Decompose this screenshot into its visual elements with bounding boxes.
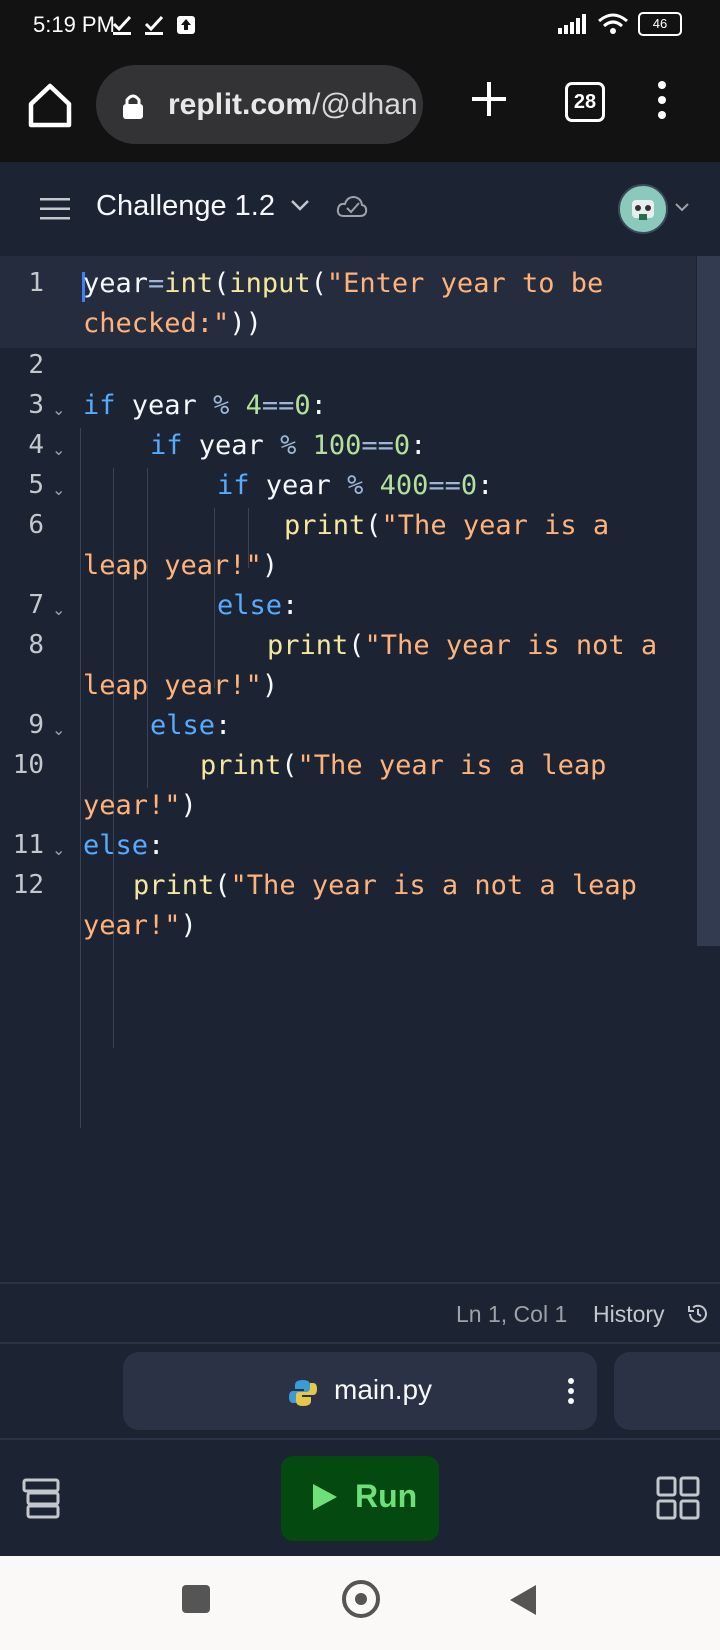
code-line-wrap: leap year!") [0, 550, 700, 592]
line-number: 1 [28, 268, 44, 298]
battery-icon: 46 [638, 12, 682, 36]
tools-stack-icon[interactable] [21, 1478, 61, 1520]
code-line: 5 ⌄ if year % 400==0: [0, 470, 700, 512]
code-line-wrap: checked:")) [0, 308, 700, 350]
code-text: if year % 4==0: [83, 390, 327, 421]
fold-chevron-icon[interactable]: ⌄ [52, 400, 65, 420]
line-number: 8 [28, 630, 44, 660]
code-editor[interactable]: 1 year=int(input("Enter year to be check… [0, 256, 720, 1280]
code-line: 8 print("The year is not a [0, 630, 700, 672]
status-time: 5:19 PM [33, 12, 115, 37]
code-text: leap year!") [83, 550, 279, 581]
editor-status-bar: Ln 1, Col 1 History [0, 1282, 720, 1344]
new-tab-icon[interactable] [470, 80, 508, 118]
home-icon[interactable] [25, 80, 75, 130]
avatar[interactable] [618, 184, 668, 234]
code-text: year=int(input("Enter year to be [83, 268, 604, 299]
code-line: 3 ⌄ if year % 4==0: [0, 390, 700, 432]
file-tab-secondary[interactable] [614, 1352, 720, 1430]
code-text: year!") [83, 790, 197, 821]
code-text: leap year!") [83, 670, 279, 701]
code-text: print("The year is a not a leap [133, 870, 637, 901]
check-download-icon [144, 15, 164, 35]
tab-switcher-button[interactable]: 28 [565, 82, 605, 122]
upload-icon [177, 16, 195, 34]
chevron-down-icon[interactable] [290, 198, 310, 212]
play-icon [313, 1484, 337, 1510]
file-tab-bar: main.py [0, 1342, 720, 1440]
run-label: Run [355, 1478, 418, 1514]
code-line: 2 [0, 350, 700, 392]
editor-scrollbar[interactable] [697, 256, 720, 946]
code-text: if year % 100==0: [150, 430, 427, 461]
code-text: print("The year is not a [267, 630, 658, 661]
repl-title[interactable]: Challenge 1.2 [96, 190, 275, 223]
code-line: 9 ⌄ else: [0, 710, 700, 752]
home-circle-icon[interactable] [342, 1580, 380, 1618]
code-text: if year % 400==0: [217, 470, 494, 501]
check-download-icon [112, 15, 132, 35]
cloud-saved-icon [336, 195, 368, 217]
grid-apps-icon[interactable] [656, 1476, 700, 1520]
line-number: 3 [28, 390, 44, 420]
cursor-position: Ln 1, Col 1 [456, 1301, 568, 1327]
code-text: else: [83, 830, 165, 861]
line-number: 6 [28, 510, 44, 540]
line-number: 5 [28, 470, 44, 500]
history-icon[interactable] [686, 1302, 710, 1326]
status-bar: 5:19 PM 46 [0, 0, 720, 54]
browser-menu-icon[interactable] [652, 80, 672, 120]
code-line: 4 ⌄ if year % 100==0: [0, 430, 700, 472]
code-line-wrap: year!") [0, 790, 700, 832]
signal-icon [558, 14, 586, 34]
system-icons: 46 [558, 12, 682, 36]
back-icon[interactable] [508, 1583, 538, 1617]
code-line-wrap: leap year!") [0, 670, 700, 712]
wifi-icon [598, 13, 628, 34]
code-text: print("The year is a [284, 510, 610, 541]
line-number: 9 [28, 710, 44, 740]
code-text: print("The year is a leap [200, 750, 607, 781]
chevron-down-icon[interactable] [674, 201, 690, 213]
code-text: else: [150, 710, 232, 741]
file-tab-main-py[interactable]: main.py [123, 1352, 597, 1430]
hamburger-menu-icon[interactable] [40, 198, 70, 220]
lock-icon [123, 94, 143, 119]
line-number: 11 [12, 830, 44, 860]
python-icon [289, 1380, 317, 1406]
line-number: 10 [12, 750, 44, 780]
line-number: 7 [28, 590, 44, 620]
file-name: main.py [334, 1374, 433, 1405]
code-line: 10 print("The year is a leap [0, 750, 700, 792]
recents-icon[interactable] [182, 1585, 210, 1613]
url-bar[interactable]: replit.com/@dhan [96, 65, 423, 144]
line-number: 12 [12, 870, 44, 900]
fold-chevron-icon[interactable]: ⌄ [52, 720, 65, 740]
code-line: 11 ⌄ else: [0, 830, 700, 872]
browser-toolbar: replit.com/@dhan 28 [0, 54, 720, 162]
home-circle-inner [355, 1593, 367, 1605]
code-line: 7 ⌄ else: [0, 590, 700, 632]
code-line: 1 year=int(input("Enter year to be [0, 268, 700, 310]
code-line: 12 print("The year is a not a leap [0, 870, 700, 912]
line-number: 2 [28, 350, 44, 380]
fold-chevron-icon[interactable]: ⌄ [52, 440, 65, 460]
fold-chevron-icon[interactable]: ⌄ [52, 600, 65, 620]
fold-chevron-icon[interactable]: ⌄ [52, 840, 65, 860]
line-number: 4 [28, 430, 44, 460]
code-line: 6 print("The year is a [0, 510, 700, 552]
url-text: replit.com/@dhan [168, 88, 418, 121]
code-line-wrap: year!") [0, 910, 700, 952]
history-button[interactable]: History [593, 1301, 665, 1328]
fold-chevron-icon[interactable]: ⌄ [52, 480, 65, 500]
repl-header: Challenge 1.2 [0, 162, 720, 258]
android-navigation-bar [0, 1556, 720, 1650]
more-options-icon[interactable] [566, 1376, 576, 1406]
run-button[interactable]: Run [281, 1456, 439, 1541]
code-text: year!") [83, 910, 197, 941]
code-text: else: [217, 590, 299, 621]
code-text: checked:")) [83, 308, 262, 339]
bottom-toolbar: Run [0, 1440, 720, 1556]
notification-icons [112, 14, 196, 36]
